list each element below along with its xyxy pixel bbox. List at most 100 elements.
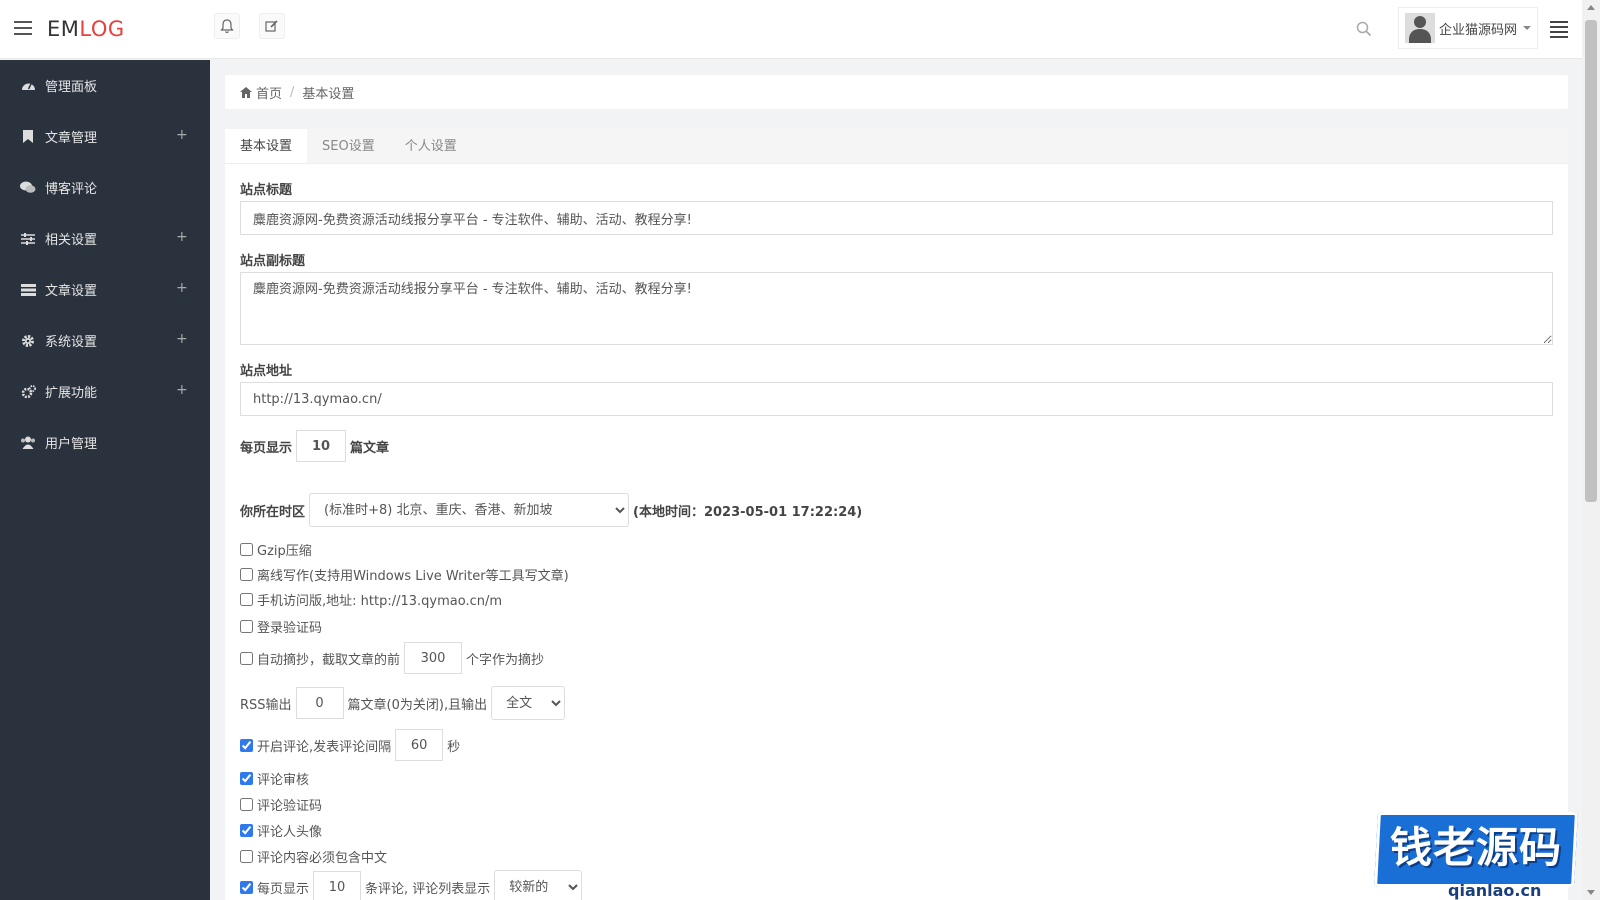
per-page-prefix: 每页显示: [240, 440, 293, 456]
breadcrumb-home-link[interactable]: 首页: [256, 83, 282, 102]
settings-tabs: 基本设置 SEO设置 个人设置: [225, 129, 1568, 164]
gzip-row: Gzip压缩: [240, 540, 312, 559]
comment-avatar-checkbox[interactable]: [240, 824, 253, 837]
page-scrollbar[interactable]: [1582, 0, 1600, 900]
offline-write-row: 离线写作(支持用Windows Live Writer等工具写文章): [240, 565, 569, 584]
sidebar-item-system-settings[interactable]: 系统设置 +: [0, 315, 210, 366]
comment-chinese-row: 评论内容必须包含中文: [240, 847, 387, 866]
sidebar-item-articles[interactable]: 文章管理 +: [0, 111, 210, 162]
bookmark-icon: [20, 130, 36, 144]
sidebar: 管理面板 文章管理 + 博客评论 相关设置 + 文章设置 + 系统设置 + 扩展…: [0, 60, 210, 900]
user-name: 企业猫源码网: [1439, 22, 1518, 38]
logo-log-text: LOG: [79, 17, 125, 41]
expand-plus-icon[interactable]: +: [176, 331, 188, 347]
sidebar-item-article-settings[interactable]: 文章设置 +: [0, 264, 210, 315]
comment-order-select[interactable]: 较新的: [494, 870, 583, 900]
tab-basic-settings[interactable]: 基本设置: [225, 129, 308, 163]
site-url-input[interactable]: [240, 382, 1553, 416]
breadcrumb-separator: /: [290, 84, 295, 100]
rss-middle-text: 篇文章(0为关闭),且输出: [347, 697, 488, 713]
comment-review-row: 评论审核: [240, 769, 309, 788]
expand-plus-icon[interactable]: +: [176, 229, 188, 245]
top-bar: EMLOG 企业猫源码网: [0, 0, 1582, 59]
expand-plus-icon[interactable]: +: [176, 127, 188, 143]
sidebar-item-users[interactable]: 用户管理: [0, 417, 210, 468]
comment-per-page-checkbox[interactable]: [240, 880, 253, 894]
comments-icon: [20, 181, 36, 195]
sidebar-item-label: 文章设置: [45, 284, 98, 299]
comment-per-page-middle: 条评论, 评论列表显示: [365, 881, 491, 897]
site-title-input[interactable]: [240, 201, 1553, 235]
sidebar-item-label: 扩展功能: [45, 386, 98, 401]
expand-plus-icon[interactable]: +: [176, 280, 188, 296]
rss-output-select[interactable]: 全文: [491, 686, 566, 720]
login-captcha-checkbox[interactable]: [240, 620, 253, 633]
comment-per-page-row: 每页显示 条评论, 评论列表显示 较新的: [240, 870, 586, 900]
notification-button[interactable]: [214, 13, 240, 39]
sidebar-item-label: 用户管理: [45, 437, 98, 452]
site-title-label: 站点标题: [240, 183, 293, 198]
right-menu-icon[interactable]: [1550, 21, 1568, 38]
sliders-icon: [20, 232, 36, 246]
auto-excerpt-input[interactable]: [404, 642, 463, 674]
cogs-icon: [20, 384, 36, 399]
breadcrumb: 首页 / 基本设置: [225, 75, 1568, 109]
sidebar-item-dashboard[interactable]: 管理面板: [0, 60, 210, 111]
timezone-select[interactable]: (标准时+8) 北京、重庆、香港、新加坡: [309, 493, 630, 527]
auto-excerpt-prefix: 自动摘抄，截取文章的前: [257, 652, 401, 668]
logo[interactable]: EMLOG: [47, 17, 125, 41]
scroll-thumb[interactable]: [1585, 20, 1597, 502]
edit-icon: [265, 20, 278, 32]
sidebar-item-label: 文章管理: [45, 131, 98, 146]
hamburger-menu-icon[interactable]: [14, 21, 32, 35]
users-icon: [20, 436, 36, 450]
per-page-suffix: 篇文章: [350, 440, 390, 456]
comment-per-page-input[interactable]: [313, 871, 362, 900]
mobile-checkbox[interactable]: [240, 593, 253, 606]
comment-avatar-row: 评论人头像: [240, 821, 322, 840]
rss-count-input[interactable]: [295, 687, 344, 719]
sidebar-item-related-settings[interactable]: 相关设置 +: [0, 213, 210, 264]
watermark-subtext: qianlao.cn: [1448, 881, 1542, 900]
scroll-up-arrow-icon[interactable]: [1587, 5, 1595, 10]
comment-captcha-label: 评论验证码: [257, 799, 323, 814]
home-icon: [240, 86, 252, 98]
comment-review-checkbox[interactable]: [240, 772, 253, 785]
gzip-label: Gzip压缩: [257, 544, 312, 559]
per-page-input[interactable]: [296, 430, 347, 462]
comment-captcha-checkbox[interactable]: [240, 798, 253, 811]
comment-interval-input[interactable]: [395, 729, 444, 761]
auto-excerpt-row: 自动摘抄，截取文章的前 个字作为摘抄: [240, 642, 544, 674]
tab-seo-settings[interactable]: SEO设置: [307, 129, 390, 163]
sidebar-item-label: 博客评论: [45, 182, 98, 197]
mobile-label: 手机访问版,地址: http://13.qymao.cn/m: [257, 594, 503, 609]
comment-avatar-label: 评论人头像: [257, 825, 323, 840]
tab-personal-settings[interactable]: 个人设置: [390, 129, 472, 163]
avatar: [1405, 13, 1435, 43]
sidebar-item-label: 系统设置: [45, 335, 98, 350]
comment-chinese-checkbox[interactable]: [240, 850, 253, 863]
list-icon: [20, 283, 36, 297]
expand-plus-icon[interactable]: +: [176, 382, 188, 398]
logo-em-text: EM: [47, 17, 80, 41]
comment-interval-suffix: 秒: [447, 739, 461, 755]
search-icon[interactable]: [1356, 21, 1372, 37]
comment-enable-row: 开启评论,发表评论间隔 秒: [240, 729, 460, 761]
comment-enable-prefix: 开启评论,发表评论间隔: [257, 739, 392, 755]
site-subtitle-textarea[interactable]: 麋鹿资源网-免费资源活动线报分享平台 - 专注软件、辅助、活动、教程分享!: [240, 272, 1553, 345]
offline-write-checkbox[interactable]: [240, 568, 253, 581]
sidebar-item-extensions[interactable]: 扩展功能 +: [0, 366, 210, 417]
comment-enable-checkbox[interactable]: [240, 738, 253, 752]
user-dropdown[interactable]: 企业猫源码网: [1398, 7, 1538, 49]
sidebar-item-label: 管理面板: [45, 80, 98, 95]
auto-excerpt-checkbox[interactable]: [240, 651, 253, 665]
sidebar-item-comments[interactable]: 博客评论: [0, 162, 210, 213]
site-subtitle-label: 站点副标题: [240, 254, 306, 269]
rss-row: RSS输出 篇文章(0为关闭),且输出 全文: [240, 686, 569, 720]
per-page-row: 每页显示 篇文章: [240, 430, 389, 462]
bell-icon: [220, 18, 234, 33]
site-url-label: 站点地址: [240, 364, 293, 379]
write-article-button[interactable]: [259, 13, 285, 39]
login-captcha-label: 登录验证码: [257, 621, 323, 636]
gzip-checkbox[interactable]: [240, 543, 253, 556]
